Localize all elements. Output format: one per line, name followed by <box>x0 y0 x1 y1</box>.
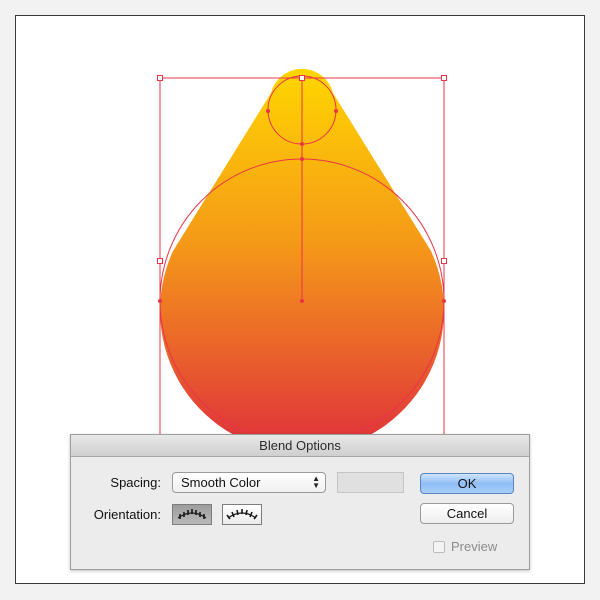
spacing-label: Spacing: <box>110 475 161 490</box>
align-to-page-button[interactable] <box>172 504 212 525</box>
handle-top-center[interactable] <box>299 75 305 81</box>
align-to-path-icon <box>226 509 258 520</box>
anchor-point <box>300 157 304 161</box>
preview-label: Preview <box>451 539 498 554</box>
ok-button[interactable]: OK <box>420 473 514 494</box>
orientation-label: Orientation: <box>93 507 161 522</box>
anchor-point <box>300 299 304 303</box>
handle-top-right[interactable] <box>441 75 447 81</box>
cancel-button[interactable]: Cancel <box>420 503 514 524</box>
align-to-page-icon <box>177 509 207 519</box>
dialog-title: Blend Options <box>71 435 529 457</box>
anchor-point <box>158 299 162 303</box>
spacing-amount-field <box>337 472 404 493</box>
handle-middle-right[interactable] <box>441 258 447 264</box>
anchor-point <box>266 109 270 113</box>
spacing-select-value: Smooth Color <box>181 475 261 490</box>
anchor-point <box>442 299 446 303</box>
anchor-point <box>300 142 304 146</box>
anchor-point <box>334 109 338 113</box>
preview-checkbox[interactable] <box>433 541 445 553</box>
blend-options-dialog: Blend Options Spacing: Smooth Color ▲ ▼ O… <box>70 434 530 570</box>
spacing-select[interactable]: Smooth Color ▲ ▼ <box>172 472 326 493</box>
up-down-chevron-icon: ▲ ▼ <box>312 474 320 490</box>
handle-top-left[interactable] <box>157 75 163 81</box>
handle-middle-left[interactable] <box>157 258 163 264</box>
align-to-path-button[interactable] <box>222 504 262 525</box>
